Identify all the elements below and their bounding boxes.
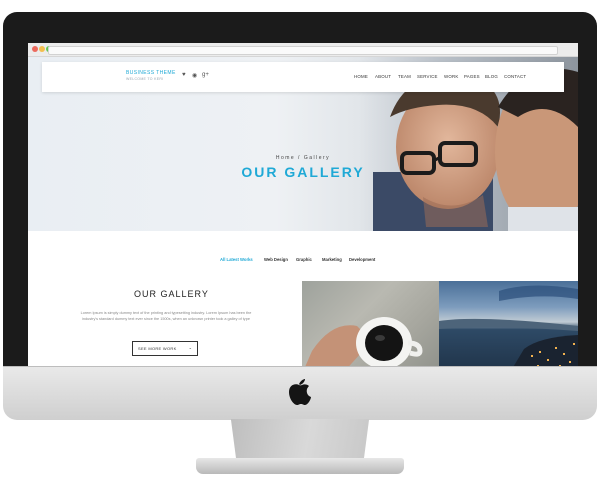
hero-banner: BUSINESS THEME WELCOME TO KERI ♥ ◉ g+ HO… xyxy=(28,57,578,231)
filter-development[interactable]: Development xyxy=(349,257,375,262)
monitor-bezel: BUSINESS THEME WELCOME TO KERI ♥ ◉ g+ HO… xyxy=(3,12,597,374)
address-bar[interactable] xyxy=(48,46,558,55)
browser-toolbar xyxy=(28,43,578,57)
filter-graphic[interactable]: Graphic xyxy=(296,257,312,262)
nav-blog[interactable]: BLOG xyxy=(485,74,498,79)
nav-work[interactable]: WORK xyxy=(444,74,458,79)
minimize-window-dot[interactable] xyxy=(39,46,45,52)
gallery-image-city[interactable] xyxy=(439,281,578,374)
monitor-base xyxy=(196,458,404,474)
social-icon-heart[interactable]: ♥ xyxy=(182,72,186,78)
city-coast-illustration xyxy=(439,285,578,374)
coffee-cup-illustration xyxy=(302,317,423,374)
gallery-image-coffee[interactable] xyxy=(302,281,439,374)
section-description: Lorem Ipsum is simply dummy text of the … xyxy=(80,311,252,321)
nav-about[interactable]: ABOUT xyxy=(375,74,391,79)
nav-service[interactable]: SERVICE xyxy=(417,74,438,79)
social-icon-dribbble[interactable]: ◉ xyxy=(192,72,197,79)
monitor-stand xyxy=(230,419,370,463)
section-title: OUR GALLERY xyxy=(134,289,209,299)
chevron-down-icon: ⌄ xyxy=(188,345,192,350)
see-more-work-button[interactable]: SEE MORE WORK ⌄ xyxy=(132,341,198,356)
apple-icon xyxy=(289,379,311,405)
site-navbar: BUSINESS THEME WELCOME TO KERI ♥ ◉ g+ HO… xyxy=(42,62,564,92)
filter-all-latest-works[interactable]: All Latest Works xyxy=(220,257,253,262)
nav-team[interactable]: TEAM xyxy=(398,74,411,79)
nav-pages[interactable]: PAGES xyxy=(464,74,480,79)
browser-screen: BUSINESS THEME WELCOME TO KERI ♥ ◉ g+ HO… xyxy=(28,43,578,374)
brand-tagline: WELCOME TO KERI xyxy=(126,77,164,81)
nav-home[interactable]: HOME xyxy=(354,74,368,79)
nav-contact[interactable]: CONTACT xyxy=(504,74,526,79)
breadcrumb: Home / Gallery xyxy=(275,155,331,161)
brand-name[interactable]: BUSINESS THEME xyxy=(126,70,176,76)
close-window-dot[interactable] xyxy=(32,46,38,52)
filter-marketing[interactable]: Marketing xyxy=(322,257,342,262)
hero-title: OUR GALLERY xyxy=(241,164,365,180)
filter-web-design[interactable]: Web Design xyxy=(264,257,288,262)
social-icon-google-plus[interactable]: g+ xyxy=(202,72,209,78)
see-more-work-label: SEE MORE WORK xyxy=(138,346,177,351)
